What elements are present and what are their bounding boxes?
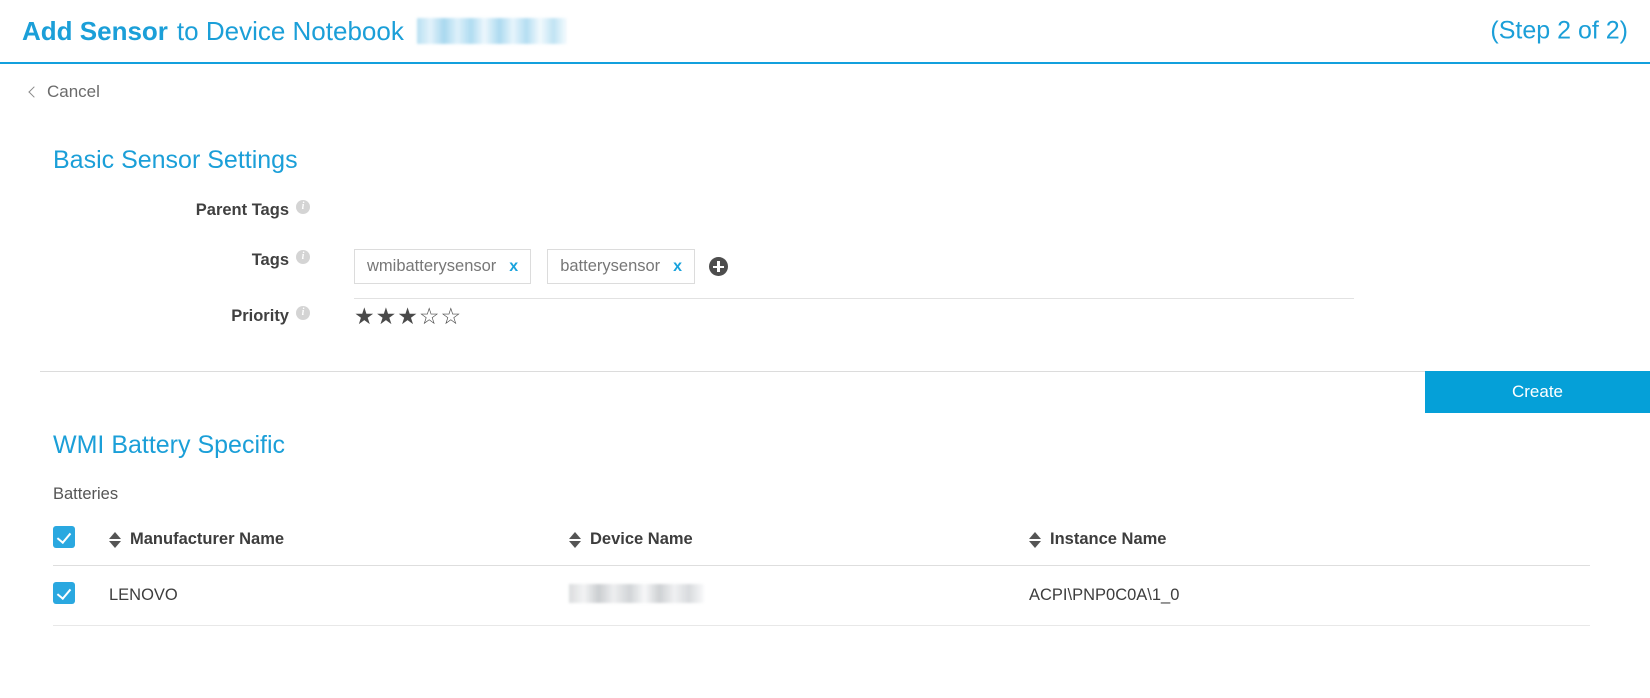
remove-tag-icon[interactable]: x: [673, 259, 682, 275]
priority-star-rating[interactable]: ★★★☆☆: [354, 305, 461, 328]
info-icon[interactable]: i: [296, 200, 310, 214]
column-header-label: Instance Name: [1050, 530, 1166, 549]
priority-label: Priority: [231, 307, 289, 326]
batteries-table-head: Manufacturer Name Device Name: [53, 526, 1590, 566]
device-name-redacted: [569, 584, 704, 603]
column-header-device-name[interactable]: Device Name: [569, 526, 1029, 566]
star-filled-icon[interactable]: ★: [397, 305, 418, 328]
batteries-table-wrap: Manufacturer Name Device Name: [0, 526, 1650, 626]
priority-field: ★★★☆☆: [310, 303, 1650, 329]
cell-manufacturer-name: LENOVO: [109, 566, 569, 626]
column-header-label: Device Name: [590, 530, 693, 549]
sort-desc-icon: [1029, 541, 1041, 548]
device-name-redacted: [417, 18, 567, 44]
cancel-bar: Cancel: [0, 64, 1650, 116]
form-row-priority: Priority i ★★★☆☆: [0, 303, 1650, 349]
create-action-zone: Create: [0, 371, 1650, 427]
tags-label: Tags: [252, 251, 289, 270]
table-header-row: Manufacturer Name Device Name: [53, 526, 1590, 566]
create-button[interactable]: Create: [1425, 371, 1650, 413]
tag-chip[interactable]: wmibatterysensor x: [354, 249, 531, 284]
cell-device-name: [569, 566, 1029, 626]
plus-circle-icon[interactable]: [709, 257, 728, 276]
sort-asc-icon: [109, 532, 121, 539]
form-row-parent-tags: Parent Tags i: [0, 197, 1650, 243]
select-all-header-cell: [53, 526, 109, 566]
section-divider: [40, 371, 1650, 372]
sort-desc-icon: [109, 541, 121, 548]
batteries-table-body: LENOVO ACPI\PNP0C0A\1_0: [53, 566, 1590, 626]
priority-label-wrap: Priority i: [0, 303, 310, 326]
chevron-left-icon: [28, 86, 39, 97]
column-header-label: Manufacturer Name: [130, 530, 284, 549]
star-filled-icon[interactable]: ★: [376, 305, 397, 328]
table-row[interactable]: LENOVO ACPI\PNP0C0A\1_0: [53, 566, 1590, 626]
basic-sensor-settings-title: Basic Sensor Settings: [0, 116, 1650, 175]
column-header-instance-name[interactable]: Instance Name: [1029, 526, 1590, 566]
select-all-checkbox[interactable]: [53, 526, 75, 548]
page-title: Add Sensor to Device Notebook: [22, 16, 567, 47]
sort-desc-icon: [569, 541, 581, 548]
tag-chip[interactable]: batterysensor x: [547, 249, 695, 284]
tags-field: wmibatterysensor x batterysensor x: [310, 247, 1650, 299]
star-empty-icon[interactable]: ☆: [441, 305, 462, 328]
cancel-button[interactable]: Cancel: [30, 82, 100, 102]
info-icon[interactable]: i: [296, 306, 310, 320]
step-indicator: (Step 2 of 2): [1490, 17, 1628, 46]
tag-label: batterysensor: [560, 257, 660, 276]
page-title-strong: Add Sensor: [22, 16, 168, 47]
tag-label: wmibatterysensor: [367, 257, 496, 276]
cell-instance-name: ACPI\PNP0C0A\1_0: [1029, 566, 1590, 626]
column-header-manufacturer-name[interactable]: Manufacturer Name: [109, 526, 569, 566]
tags-list: wmibatterysensor x batterysensor x: [354, 249, 1354, 299]
batteries-label: Batteries: [0, 485, 1650, 504]
parent-tags-field: [310, 197, 1650, 199]
info-icon[interactable]: i: [296, 250, 310, 264]
row-select-cell: [53, 566, 109, 626]
sort-asc-icon: [1029, 532, 1041, 539]
cancel-label: Cancel: [47, 82, 100, 102]
wmi-battery-specific-title: WMI Battery Specific: [0, 431, 1650, 460]
sort-arrows-icon[interactable]: [109, 532, 121, 548]
star-filled-icon[interactable]: ★: [354, 305, 375, 328]
batteries-table: Manufacturer Name Device Name: [53, 526, 1590, 626]
basic-sensor-settings-form: Parent Tags i Tags i wmibatterysensor x …: [0, 197, 1650, 349]
row-checkbox[interactable]: [53, 582, 75, 604]
form-row-tags: Tags i wmibatterysensor x batterysensor …: [0, 247, 1650, 299]
sort-arrows-icon[interactable]: [1029, 532, 1041, 548]
page-title-rest: to Device Notebook: [177, 16, 404, 47]
sort-asc-icon: [569, 532, 581, 539]
parent-tags-label: Parent Tags: [196, 201, 289, 220]
tags-label-wrap: Tags i: [0, 247, 310, 270]
parent-tags-label-wrap: Parent Tags i: [0, 197, 310, 220]
sort-arrows-icon[interactable]: [569, 532, 581, 548]
page-header: Add Sensor to Device Notebook (Step 2 of…: [0, 0, 1650, 64]
star-empty-icon[interactable]: ☆: [419, 305, 440, 328]
remove-tag-icon[interactable]: x: [509, 259, 518, 275]
